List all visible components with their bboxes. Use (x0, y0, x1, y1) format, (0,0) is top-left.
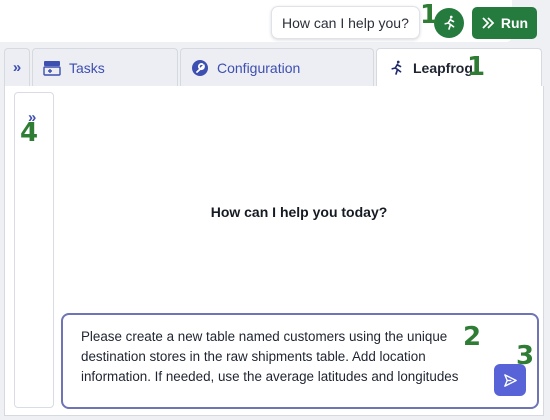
run-button-label: Run (500, 15, 529, 31)
tab-leapfrog-label: Leapfrog (413, 59, 473, 76)
leapfrog-runner-icon (444, 15, 455, 30)
help-tooltip: How can I help you? (271, 6, 420, 39)
annotation-marker: 1 (420, 0, 439, 30)
tab-tasks[interactable]: Tasks (32, 48, 178, 86)
help-tooltip-text: How can I help you? (282, 14, 409, 31)
tab-bar: » Tasks Configuration Leapfrog (4, 48, 544, 86)
top-bar: How can I help you? Run (0, 0, 550, 46)
tab-configuration-label: Configuration (217, 59, 301, 76)
annotation-marker: 4 (20, 118, 39, 148)
send-icon (503, 373, 517, 387)
leapfrog-panel: » How can I help you today? Please creat… (4, 86, 544, 416)
tasks-table-icon (43, 60, 61, 76)
annotation-marker: 3 (516, 341, 535, 371)
prompt-input-text[interactable]: Please create a new table named customer… (81, 327, 493, 387)
tab-leapfrog[interactable]: Leapfrog (376, 48, 542, 86)
greeting-heading: How can I help you today? (210, 204, 388, 220)
leapfrog-assistant-button[interactable] (434, 8, 464, 38)
leapfrog-runner-icon (391, 60, 402, 75)
collapse-panel-button[interactable]: » (4, 48, 30, 86)
annotation-marker: 2 (463, 322, 482, 352)
wrench-icon (192, 59, 208, 76)
tab-configuration[interactable]: Configuration (180, 48, 374, 86)
annotation-marker: 1 (467, 52, 486, 82)
double-chevron-right-icon: » (12, 59, 22, 76)
run-chevrons-icon (482, 17, 495, 29)
run-button[interactable]: Run (472, 7, 537, 39)
tab-tasks-label: Tasks (69, 59, 105, 76)
